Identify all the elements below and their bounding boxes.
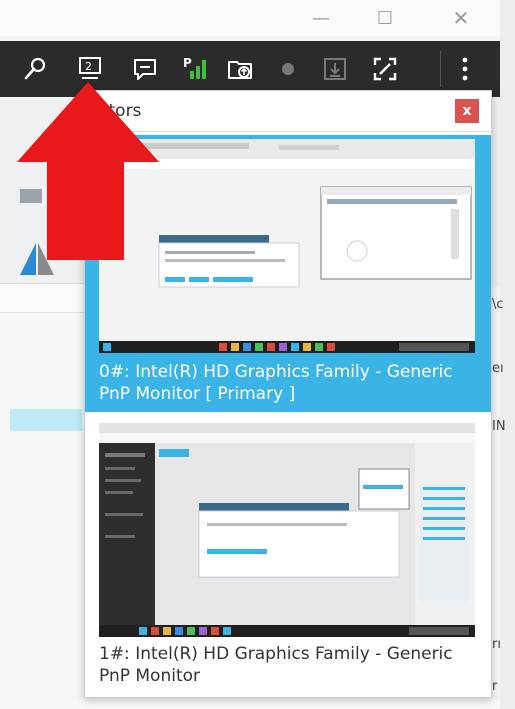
annotation-arrow-icon	[17, 82, 159, 260]
arrow-shape	[17, 82, 159, 260]
